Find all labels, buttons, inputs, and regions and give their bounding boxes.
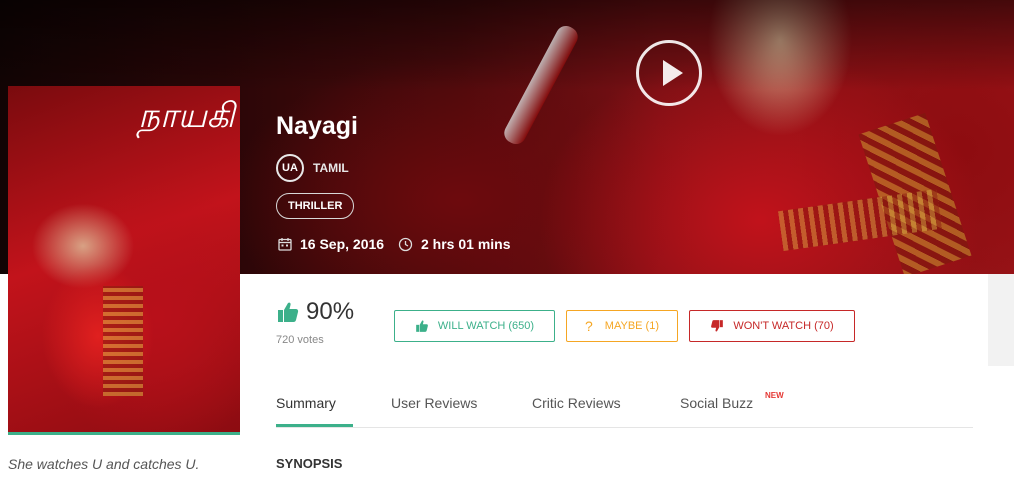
poster-accent-bar — [8, 432, 240, 435]
movie-title: Nayagi — [276, 112, 358, 140]
play-trailer-button[interactable] — [636, 40, 702, 106]
rating-score: 90% — [276, 298, 354, 326]
active-tab-indicator — [276, 424, 353, 427]
duration-text: 2 hrs 01 mins — [421, 236, 511, 252]
will-watch-button[interactable]: WILL WATCH (650) — [394, 310, 555, 342]
movie-language: TAMIL — [313, 161, 349, 175]
maybe-label: MAYBE (1) — [604, 320, 659, 332]
movie-tagline: She watches U and catches U. — [8, 456, 200, 472]
tab-summary[interactable]: Summary — [276, 395, 336, 411]
vote-count: 720 votes — [276, 334, 324, 346]
wont-watch-label: WON'T WATCH (70) — [733, 320, 834, 332]
duration: 2 hrs 01 mins — [398, 236, 511, 252]
calendar-icon — [278, 238, 292, 251]
question-icon: ? — [585, 318, 593, 334]
hero-shade — [0, 0, 1014, 90]
thumbs-up-icon — [416, 320, 428, 332]
wont-watch-button[interactable]: WON'T WATCH (70) — [689, 310, 855, 342]
movie-poster[interactable]: நாயகி — [8, 86, 240, 432]
tab-bar: Summary User Reviews Critic Reviews Soci… — [276, 386, 973, 428]
certificate-badge: UA — [276, 154, 304, 182]
rating-percent: 90% — [306, 298, 355, 325]
thumbs-up-icon — [278, 302, 299, 322]
will-watch-label: WILL WATCH (650) — [437, 320, 535, 332]
tab-social-buzz[interactable]: Social Buzz — [680, 395, 753, 411]
genre-tag[interactable]: THRILLER — [276, 193, 355, 219]
synopsis-heading: SYNOPSIS — [276, 456, 343, 471]
maybe-button[interactable]: ? MAYBE (1) — [566, 310, 678, 342]
side-panel-edge — [988, 274, 1014, 366]
tab-critic-reviews[interactable]: Critic Reviews — [532, 395, 621, 411]
clock-icon — [398, 237, 413, 251]
thumbs-down-icon — [711, 320, 724, 332]
release-date: 16 Sep, 2016 — [278, 236, 384, 252]
release-date-text: 16 Sep, 2016 — [300, 236, 385, 252]
poster-detail — [103, 286, 143, 396]
play-icon — [663, 60, 683, 86]
poster-logo: நாயகி — [138, 96, 235, 136]
tab-user-reviews[interactable]: User Reviews — [391, 395, 477, 411]
new-badge: NEW — [765, 391, 784, 400]
